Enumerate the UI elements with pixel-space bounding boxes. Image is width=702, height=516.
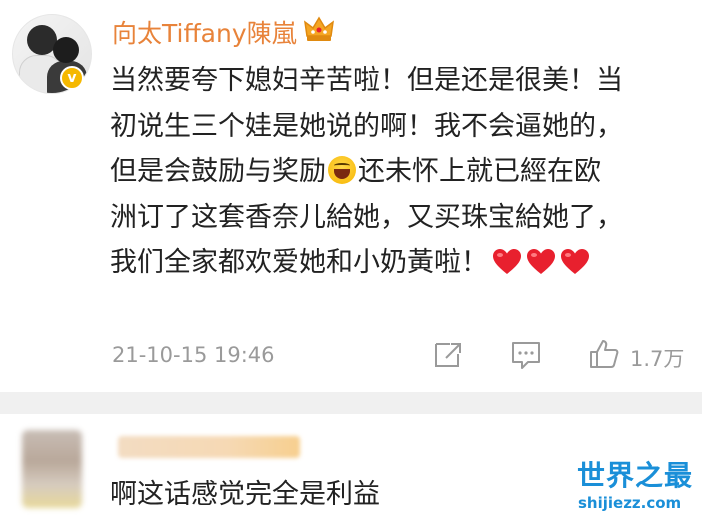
comment-line: 我们全家都欢爱她和小奶黃啦！ [110, 240, 690, 286]
username-blurred [118, 436, 300, 458]
divider [0, 392, 702, 414]
comment-body: 当然要夸下媳妇辛苦啦！但是还是很美！当 初说生三个娃是她说的啊！我不会逼她的， … [110, 58, 690, 286]
comment-line: 初说生三个娃是她说的啊！我不会逼她的， [110, 110, 623, 142]
like-icon[interactable] [588, 338, 620, 370]
reply-text: 啊这话感觉完全是利益 [110, 479, 380, 510]
timestamp: 21-10-15 19:46 [112, 343, 275, 367]
heart-icon [493, 249, 521, 274]
reply-icon[interactable] [510, 340, 542, 370]
share-icon[interactable] [432, 340, 464, 370]
verified-badge-icon: v [60, 66, 84, 90]
comment-line: 当然要夸下媳妇辛苦啦！但是还是很美！当 [110, 65, 623, 96]
comment-segment: 我们全家都欢爱她和小奶黃啦！ [110, 247, 488, 278]
site-logo: 世界之最 [577, 459, 694, 492]
username[interactable]: 向太Tiffany陳嵐 [112, 14, 297, 50]
laughing-emoji-icon [328, 156, 356, 184]
comment-segment: 还未怀上就已經在欧 [358, 156, 601, 187]
heart-icon [527, 249, 555, 274]
avatar-figure [53, 37, 79, 63]
avatar[interactable] [22, 430, 82, 508]
crown-icon [304, 16, 334, 41]
comment-segment: 但是会鼓励与奖励 [110, 156, 326, 187]
comment-line: 洲订了这套香奈儿給她，又买珠宝給她了， [110, 201, 623, 233]
comment-line: 但是会鼓励与奖励 还未怀上就已經在欧 [110, 149, 690, 195]
like-count: 1.7万 [630, 347, 685, 371]
main-comment: v 向太Tiffany陳嵐 当然要夸下媳妇辛苦啦！但是还是很美！当 初说生三个娃… [0, 0, 702, 400]
heart-icon [561, 249, 589, 274]
site-url: shijiezz.com [578, 494, 682, 512]
